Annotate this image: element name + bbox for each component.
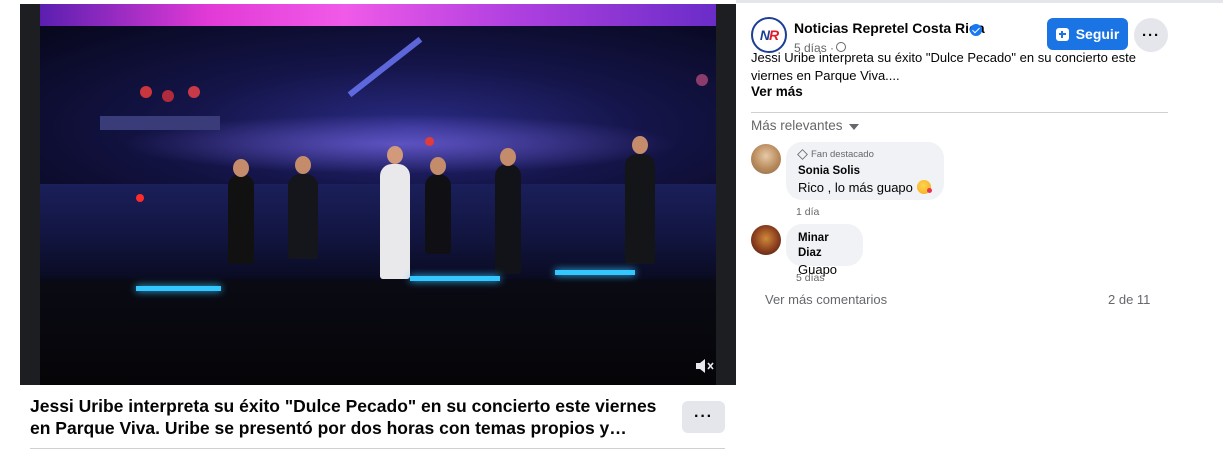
follow-icon [1055,27,1069,41]
more-horizontal-icon: ··· [1142,26,1160,44]
performer-head [295,156,311,174]
comment-author[interactable]: Sonia Solis [798,164,932,179]
comment-text-body: Rico , lo más guapo [798,180,913,195]
logo-letter-r: R [769,27,779,43]
performer-head [387,146,403,164]
comment-bubble: Minar Diaz Guapo [786,224,863,277]
comment-count: 2 de 11 [1108,292,1151,307]
commenter-avatar[interactable] [751,144,781,174]
led-strip [410,276,500,281]
comment-sort-dropdown[interactable]: Más relevantes [751,118,859,133]
stage-lights [40,4,716,26]
follow-button[interactable]: Seguir [1047,18,1128,50]
verified-badge-icon [970,24,982,36]
performer-head [632,136,648,154]
logo-letter-n: N [759,27,770,43]
performer [288,174,318,259]
drum-riser [100,116,220,130]
stage-light [136,194,144,202]
audience-area [40,279,716,385]
comment-text: Rico , lo más guapo [798,179,932,197]
divider [30,448,725,449]
performer [228,174,254,264]
post-options-button[interactable]: ··· [682,401,725,433]
performer-head [430,157,446,175]
performer-head [500,148,516,166]
comment-author[interactable]: Minar Diaz [798,231,851,261]
kiss-emoji-icon [916,180,932,194]
follow-label: Seguir [1075,26,1120,42]
stage-light [425,137,434,146]
panel-top-border [736,0,1223,3]
comment-timestamp[interactable]: 1 día [796,206,819,218]
comment-timestamp[interactable]: 5 días [796,272,825,284]
led-strip [555,270,635,275]
page-logo: NR [759,27,779,43]
led-strip [136,286,221,291]
comment-bubble: Fan destacado Sonia Solis Rico , lo más … [786,142,944,200]
page-name-link[interactable]: Noticias Repretel Costa Rica [794,20,985,36]
performer [625,154,655,264]
stage-light [696,74,708,86]
volume-muted-icon[interactable] [694,357,714,375]
page-avatar[interactable]: NR [751,17,787,53]
diamond-icon [797,149,808,160]
top-fan-badge: Fan destacado [797,149,932,160]
performer [425,174,451,254]
page-options-button[interactable]: ··· [1134,18,1168,52]
video-frame[interactable] [40,4,716,385]
commenter-avatar[interactable] [751,225,781,255]
view-more-comments-link[interactable]: Ver más comentarios [765,292,887,307]
drum [162,90,174,102]
badge-label: Fan destacado [811,149,874,160]
video-player[interactable] [20,4,736,385]
performer [495,164,521,274]
see-more-link[interactable]: Ver más [751,84,803,99]
performer-head [233,159,249,177]
more-horizontal-icon: ··· [694,408,713,425]
post-title: Jessi Uribe interpreta su éxito "Dulce P… [30,396,657,438]
caret-down-icon [848,123,859,130]
drum [188,86,200,98]
lead-singer [380,164,410,279]
drum [140,86,152,98]
sort-label: Más relevantes [751,118,843,133]
divider [751,112,1168,113]
post-description: Jessi Uribe interpreta su éxito "Dulce P… [751,50,1136,83]
